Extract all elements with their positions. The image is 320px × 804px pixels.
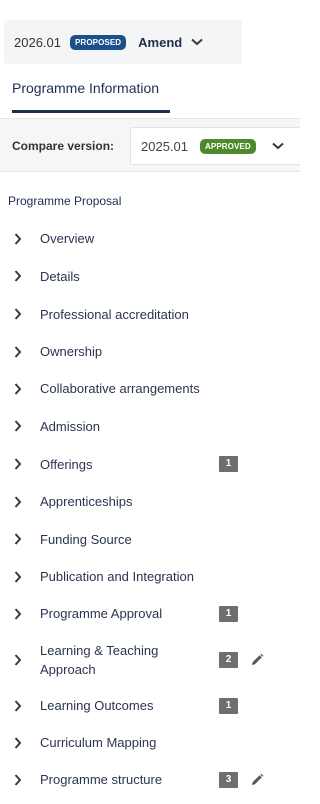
compare-version-value: 2025.01 [141, 138, 188, 154]
nav-item-label: Programme structure [40, 772, 163, 787]
chevron-right-icon[interactable] [14, 773, 22, 786]
nav-item-label: Offerings [40, 456, 93, 472]
nav-item-details[interactable]: Details [0, 257, 300, 295]
nav-item-label: Collaborative arrangements [40, 381, 200, 396]
nav-item-professional-accreditation[interactable]: Professional accreditation [0, 295, 300, 333]
chevron-right-icon[interactable] [14, 607, 22, 620]
current-version: 2026.01 [14, 34, 61, 50]
nav-item-label: Overview [40, 231, 95, 246]
chevron-down-icon[interactable] [191, 38, 203, 46]
chevron-right-icon[interactable] [14, 270, 22, 282]
amend-action-label[interactable]: Amend [138, 35, 182, 50]
nav-item-funding-source[interactable]: Funding Source [0, 520, 300, 558]
chevron-right-icon[interactable] [14, 736, 22, 749]
chevron-right-icon[interactable] [14, 533, 22, 545]
section-title: Programme Proposal [8, 194, 122, 208]
chevron-right-icon[interactable] [14, 232, 22, 245]
comment-count-badge: 1 [219, 605, 238, 622]
comment-count-badge: 1 [219, 697, 238, 714]
chevron-right-icon[interactable] [14, 495, 22, 508]
chevron-right-icon[interactable] [14, 458, 22, 470]
chevron-down-icon[interactable] [272, 142, 284, 150]
approved-status-badge: APPROVED [200, 138, 256, 154]
nav-item-label: Curriculum Mapping [40, 735, 157, 750]
comment-count-badge: 1 [219, 456, 238, 472]
active-tab-indicator [12, 110, 170, 113]
nav-item-label: Programme Approval [40, 606, 163, 621]
proposed-status-badge: PROPOSED [70, 34, 127, 50]
version-selector[interactable]: 2026.01 PROPOSED Amend [4, 20, 242, 64]
pencil-edit-icon[interactable] [250, 653, 264, 667]
compare-version-bar: Compare version: 2025.01 APPROVED [0, 118, 300, 172]
nav-item-programme-approval[interactable]: Programme Approval 1 [0, 595, 300, 632]
comment-count-badge: 3 [219, 771, 238, 788]
nav-item-label: Ownership [40, 344, 103, 359]
nav-list: Overview Details Professional accreditatio… [0, 220, 300, 798]
chevron-right-icon[interactable] [14, 699, 22, 712]
tab-programme-information[interactable]: Programme Information [12, 80, 159, 96]
nav-item-label: Learning Outcomes [40, 698, 154, 713]
nav-item-learning-and-teaching-approach[interactable]: Learning & Teaching Approach 2 [0, 632, 300, 687]
chevron-right-icon[interactable] [14, 382, 22, 395]
nav-item-label: Apprenticeships [40, 494, 133, 509]
nav-item-label: Details [40, 268, 80, 284]
nav-item-ownership[interactable]: Ownership [0, 333, 300, 370]
nav-item-publication-and-integration[interactable]: Publication and Integration [0, 558, 300, 595]
nav-item-label: Professional accreditation [40, 306, 189, 322]
nav-item-programme-structure[interactable]: Programme structure 3 [0, 761, 300, 798]
nav-item-label: Admission [40, 418, 100, 434]
nav-item-overview[interactable]: Overview [0, 220, 300, 257]
nav-item-collaborative-arrangements[interactable]: Collaborative arrangements [0, 370, 300, 407]
pencil-edit-icon[interactable] [250, 773, 264, 787]
nav-item-label: Publication and Integration [40, 569, 194, 584]
compare-version-select[interactable]: 2025.01 APPROVED [130, 127, 300, 165]
chevron-right-icon[interactable] [14, 308, 22, 320]
chevron-right-icon[interactable] [14, 653, 22, 666]
chevron-right-icon[interactable] [14, 420, 22, 432]
comment-count-badge: 2 [219, 651, 238, 668]
nav-item-apprenticeships[interactable]: Apprenticeships [0, 483, 300, 520]
nav-item-label: Funding Source [40, 531, 132, 547]
nav-item-offerings[interactable]: Offerings 1 [0, 445, 300, 483]
compare-version-label: Compare version: [12, 139, 115, 153]
nav-item-label: Learning & Teaching Approach [40, 642, 159, 677]
nav-item-curriculum-mapping[interactable]: Curriculum Mapping [0, 724, 300, 761]
nav-item-learning-outcomes[interactable]: Learning Outcomes 1 [0, 687, 300, 724]
chevron-right-icon[interactable] [14, 570, 22, 583]
nav-item-admission[interactable]: Admission [0, 407, 300, 445]
chevron-right-icon[interactable] [14, 345, 22, 358]
